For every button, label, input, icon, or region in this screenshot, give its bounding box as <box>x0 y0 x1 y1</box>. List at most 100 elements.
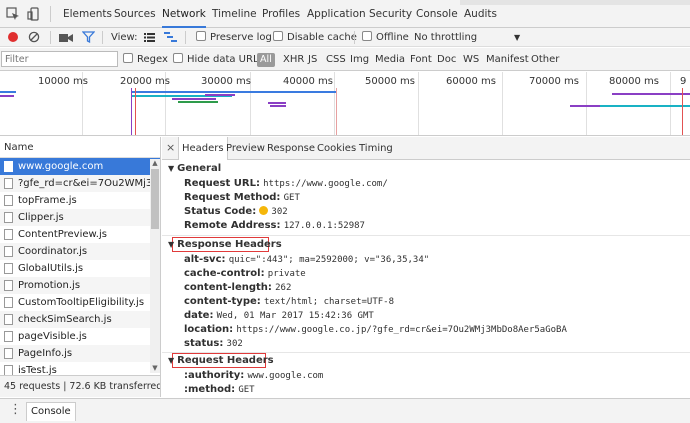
offline-checkbox[interactable]: Offline <box>362 28 409 47</box>
tab-application[interactable]: Application <box>307 0 366 28</box>
tab-security[interactable]: Security <box>369 0 412 28</box>
request-row[interactable]: GlobalUtils.js <box>0 260 160 277</box>
file-icon <box>4 178 13 189</box>
tab-console[interactable]: Console <box>416 0 458 28</box>
request-row[interactable]: topFrame.js <box>0 192 160 209</box>
file-icon <box>4 246 13 257</box>
request-row[interactable]: ContentPreview.js <box>0 226 160 243</box>
timeline-tick-label: 60000 ms <box>446 76 496 87</box>
filter-type-font[interactable]: Font <box>410 48 432 71</box>
request-name: PageInfo.js <box>18 348 73 359</box>
tab-headers[interactable]: Headers <box>178 137 228 160</box>
filter-type-all[interactable]: All <box>257 53 275 67</box>
request-details-pane: × Headers Preview Response Cookies Timin… <box>162 137 690 397</box>
filter-input[interactable] <box>1 51 118 67</box>
filter-type-other[interactable]: Other <box>531 48 559 71</box>
general-section-header[interactable]: ▼ General <box>168 163 221 174</box>
filter-type-img[interactable]: Img <box>350 48 369 71</box>
timeline-marker <box>131 88 132 135</box>
tab-timeline[interactable]: Timeline <box>212 0 257 28</box>
request-name: www.google.com <box>18 161 104 172</box>
filter-type-xhr[interactable]: XHR <box>283 48 304 71</box>
tab-response[interactable]: Response <box>267 137 315 160</box>
scroll-down-icon[interactable]: ▼ <box>150 364 160 373</box>
timeline-tick-label: 20000 ms <box>120 76 170 87</box>
file-icon <box>4 280 13 291</box>
tab-cookies[interactable]: Cookies <box>317 137 356 160</box>
throttling-select[interactable]: No throttling <box>414 28 477 47</box>
request-headers-title: Request Headers <box>177 355 274 366</box>
request-row[interactable]: checkSimSearch.js <box>0 311 160 328</box>
response-headers-section-header[interactable]: ▼ Response Headers <box>168 239 282 250</box>
waterfall-overview-icon[interactable] <box>164 32 177 43</box>
throttling-value: No throttling <box>414 32 478 43</box>
device-toolbar-icon[interactable] <box>27 7 41 21</box>
preserve-log-box[interactable] <box>196 31 206 41</box>
timeline-tick-label: 40000 ms <box>283 76 333 87</box>
filter-type-js[interactable]: JS <box>308 48 317 71</box>
network-overview-timeline[interactable]: 10000 ms 20000 ms 30000 ms 40000 ms 5000… <box>0 72 690 136</box>
clear-icon[interactable] <box>28 31 40 43</box>
request-row[interactable]: Coordinator.js <box>0 243 160 260</box>
screenshot-capture-icon[interactable] <box>59 32 73 43</box>
request-headers-section-header[interactable]: ▼ Request Headers <box>168 355 274 366</box>
collapse-triangle-icon: ▼ <box>168 164 175 173</box>
timeline-marker <box>336 88 337 135</box>
filter-type-css[interactable]: CSS <box>326 48 346 71</box>
scroll-thumb[interactable] <box>151 169 159 229</box>
request-row[interactable]: PageInfo.js <box>0 345 160 362</box>
request-name: checkSimSearch.js <box>18 314 112 325</box>
request-name: ContentPreview.js <box>18 229 107 240</box>
request-row[interactable]: Promotion.js <box>0 277 160 294</box>
timeline-tick-label: 70000 ms <box>529 76 579 87</box>
general-status-code: Status Code: 302 <box>184 206 288 217</box>
filter-bar: Regex Hide data URLs All XHR JS CSS Img … <box>0 48 690 71</box>
filter-type-media[interactable]: Media <box>375 48 405 71</box>
tab-network[interactable]: Network <box>162 0 206 28</box>
inspect-element-icon[interactable] <box>6 7 20 21</box>
request-row[interactable]: ?gfe_rd=cr&ei=7Ou2WMj3Mb <box>0 175 160 192</box>
regex-checkbox[interactable]: Regex <box>123 48 168 71</box>
tab-elements[interactable]: Elements <box>63 0 112 28</box>
record-icon[interactable] <box>7 31 19 43</box>
hide-data-urls-checkbox[interactable]: Hide data URLs <box>173 48 264 71</box>
request-row[interactable]: Clipper.js <box>0 209 160 226</box>
drawer-tab-console[interactable]: Console <box>26 402 76 421</box>
name-column-header[interactable]: Name <box>0 137 160 158</box>
regex-box[interactable] <box>123 53 133 63</box>
console-drawer: ⋮ Console <box>0 398 690 423</box>
tab-timing[interactable]: Timing <box>359 137 393 160</box>
file-icon <box>4 297 13 308</box>
hide-data-urls-box[interactable] <box>173 53 183 63</box>
close-icon[interactable]: × <box>166 137 175 159</box>
request-row[interactable]: CustomTooltipEligibility.js <box>0 294 160 311</box>
chevron-down-icon[interactable]: ▼ <box>514 28 520 47</box>
large-rows-icon[interactable] <box>144 33 155 42</box>
network-toolbar: View: Preserve log Disable cache Offline… <box>0 28 690 47</box>
file-icon <box>4 195 13 206</box>
request-row[interactable]: www.google.com <box>0 158 160 175</box>
request-list-scrollbar[interactable]: ▲ ▼ <box>150 159 160 373</box>
tab-profiles[interactable]: Profiles <box>262 0 300 28</box>
filter-icon[interactable] <box>82 31 95 43</box>
request-name: topFrame.js <box>18 195 77 206</box>
disable-cache-box[interactable] <box>273 31 283 41</box>
collapse-triangle-icon: ▼ <box>168 240 175 249</box>
filter-type-ws[interactable]: WS <box>463 48 479 71</box>
request-name: Coordinator.js <box>18 246 88 257</box>
offline-box[interactable] <box>362 31 372 41</box>
response-header-row: status: 302 <box>184 338 243 349</box>
preserve-log-label: Preserve log <box>210 32 272 43</box>
tab-sources[interactable]: Sources <box>114 0 156 28</box>
filter-type-manifest[interactable]: Manifest <box>486 48 529 71</box>
filter-type-doc[interactable]: Doc <box>437 48 456 71</box>
tab-preview[interactable]: Preview <box>226 137 265 160</box>
preserve-log-checkbox[interactable]: Preserve log <box>196 28 272 47</box>
general-remote-address: Remote Address: 127.0.0.1:52987 <box>184 220 365 231</box>
more-options-icon[interactable]: ⋮ <box>9 403 22 417</box>
response-header-row: content-type: text/html; charset=UTF-8 <box>184 296 395 307</box>
request-row[interactable]: pageVisible.js <box>0 328 160 345</box>
disable-cache-checkbox[interactable]: Disable cache <box>273 28 357 47</box>
scroll-up-icon[interactable]: ▲ <box>150 159 160 168</box>
devtools-tab-bar: Elements Sources Network Timeline Profil… <box>0 0 690 28</box>
